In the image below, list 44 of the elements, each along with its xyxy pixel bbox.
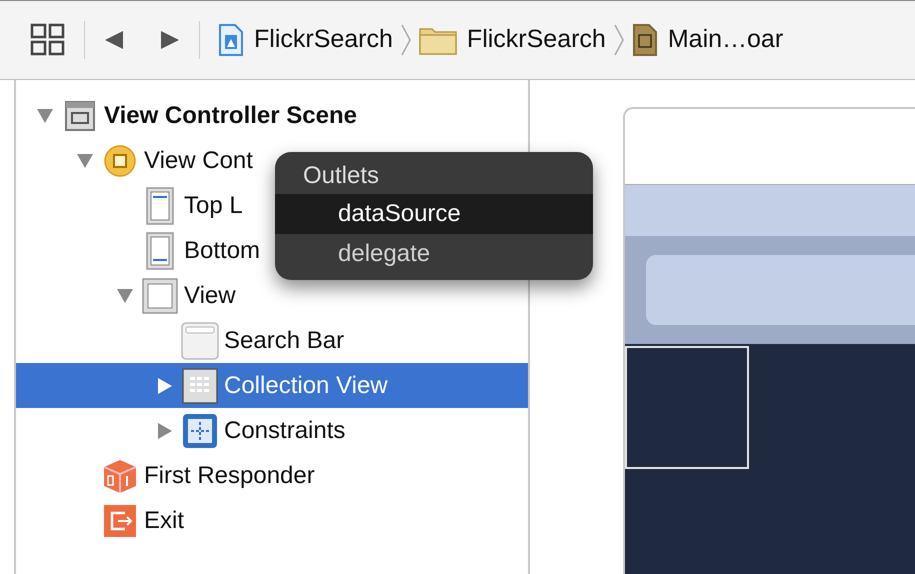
outline-label: View Controller Scene — [104, 100, 357, 130]
exit-icon — [103, 504, 137, 538]
breadcrumb-link[interactable]: FlickrSearch — [466, 21, 606, 59]
outline-row[interactable]: Exit — [16, 498, 528, 543]
disclosure-triangle-icon[interactable] — [157, 376, 173, 394]
outline-label: Search Bar — [224, 326, 344, 356]
square-icon — [142, 278, 178, 314]
breadcrumb-link[interactable]: FlickrSearch — [254, 21, 393, 59]
grid-icon[interactable] — [30, 23, 66, 57]
disclosure-triangle-icon[interactable] — [76, 152, 94, 168]
outline-label: Bottom — [184, 236, 260, 266]
outline-label: View Cont — [144, 146, 253, 176]
disclosure-triangle-icon[interactable] — [116, 288, 134, 304]
breadcrumb-link[interactable]: Main…oar — [668, 21, 784, 59]
outline-row[interactable]: Search Bar — [16, 318, 528, 363]
disclosure-triangle-icon[interactable] — [36, 108, 54, 124]
window-icon — [65, 100, 95, 130]
bottom-guide-icon — [146, 232, 174, 270]
outline-row[interactable]: First Responder — [16, 453, 528, 498]
forward-arrow-icon[interactable] — [159, 29, 181, 51]
disclosure-triangle-icon[interactable] — [157, 422, 173, 440]
outline-row[interactable]: Constraints — [16, 408, 528, 453]
constraints-icon — [182, 412, 218, 448]
chevron-icon — [400, 24, 411, 56]
outline-label: Constraints — [224, 416, 346, 446]
outline-row[interactable]: Collection View — [16, 363, 528, 408]
outline-row[interactable]: View — [16, 273, 528, 318]
outline-label: Exit — [144, 506, 184, 536]
top-guide-icon — [146, 186, 174, 224]
cube-icon — [102, 458, 138, 494]
outline-row[interactable]: View Controller Scene — [16, 93, 528, 138]
back-arrow-icon[interactable] — [103, 29, 125, 51]
document-icon — [632, 24, 658, 56]
document-icon — [218, 24, 244, 56]
chevron-icon — [614, 24, 624, 56]
search-bar-icon — [181, 322, 219, 360]
outline-label: View — [184, 280, 236, 310]
outlet-menu-item[interactable]: dataSource — [275, 194, 593, 234]
outline-label: Top L — [184, 190, 243, 220]
outlet-menu-item[interactable]: delegate — [275, 234, 593, 274]
grid-icon — [182, 368, 218, 404]
outline-label: First Responder — [144, 460, 315, 490]
outline-label: Collection View — [224, 370, 388, 400]
popup-title: Outlets — [302, 161, 380, 191]
